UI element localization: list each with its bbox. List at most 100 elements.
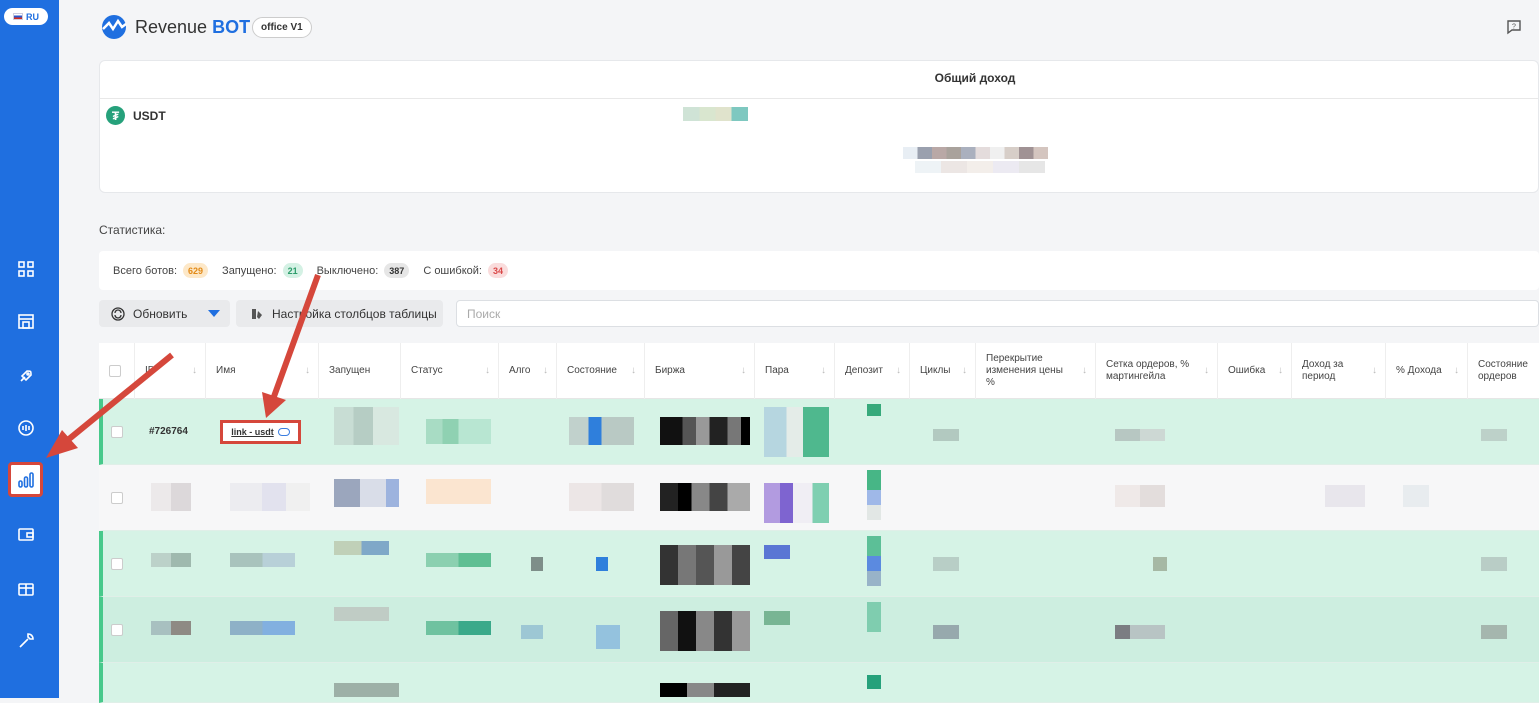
redacted-value — [230, 553, 295, 567]
table-row[interactable] — [99, 663, 1539, 703]
gift-icon[interactable] — [12, 574, 40, 602]
redacted-value — [867, 470, 881, 520]
col-algo[interactable]: Алго ↓ — [499, 343, 557, 399]
revenuebot-logo[interactable]: Revenue BOT — [99, 14, 250, 40]
redacted-value — [764, 483, 829, 523]
redacted-value — [1325, 485, 1365, 507]
total-bots-badge: 629 — [183, 263, 209, 278]
redacted-value — [1481, 625, 1507, 639]
dashboard-icon[interactable] — [12, 255, 40, 283]
total-income-card: Общий доход ₮ USDT — [99, 60, 1539, 193]
header: Revenue BOT office V1 ? — [59, 0, 1539, 56]
select-all-cell — [99, 343, 135, 399]
sidebar: RU — [0, 0, 59, 698]
dropdown-caret-icon[interactable] — [208, 310, 220, 317]
redacted-value — [334, 683, 399, 697]
bot-name-link[interactable]: link - usdt — [220, 420, 301, 444]
col-deposit[interactable]: Депозит ↓ — [835, 343, 910, 399]
row-checkbox[interactable] — [111, 426, 123, 438]
redacted-value — [660, 417, 750, 445]
wrench-icon[interactable] — [12, 627, 40, 655]
redacted-value — [426, 621, 491, 635]
col-error[interactable]: Ошибка ↓ — [1218, 343, 1292, 399]
running-badge: 21 — [282, 263, 303, 278]
redacted-value — [1115, 429, 1165, 441]
bots-table: ID ↓ Имя ↓ Запущен Статус ↓ Алго ↓ Состояние… — [99, 343, 1539, 703]
help-chat-icon[interactable]: ? — [1505, 18, 1523, 36]
redacted-value — [151, 621, 191, 635]
col-grid[interactable]: Сетка ордеров, % мартингейла ↓ — [1096, 343, 1218, 399]
statistics-bar: Всего ботов: 629 Запущено: 21 Выключено:… — [99, 251, 1539, 290]
table-row[interactable]: #726764 link - usdt — [99, 399, 1539, 465]
income-title: Общий доход — [934, 71, 1016, 85]
col-income-period[interactable]: Доход за период ↓ — [1292, 343, 1386, 399]
redacted-value — [660, 683, 750, 697]
office-version-badge[interactable]: office V1 — [252, 17, 312, 38]
search-input[interactable]: Поиск — [456, 300, 1539, 327]
redacted-value — [1481, 429, 1507, 441]
redacted-value — [151, 483, 191, 511]
redacted-value — [903, 147, 1048, 159]
update-button[interactable]: Обновить — [99, 300, 230, 327]
table-row[interactable] — [99, 531, 1539, 597]
redacted-value — [933, 429, 959, 441]
col-pair[interactable]: Пара ↓ — [755, 343, 835, 399]
redacted-value — [1115, 625, 1165, 639]
redacted-value — [521, 625, 543, 639]
wallet-icon[interactable] — [12, 520, 40, 548]
col-id[interactable]: ID ↓ — [135, 343, 206, 399]
statistics-icon[interactable] — [8, 462, 43, 497]
col-income-percent[interactable]: % Дохода ↓ — [1386, 343, 1468, 399]
russia-flag-icon — [13, 13, 23, 20]
col-status[interactable]: Статус ↓ — [401, 343, 499, 399]
col-state[interactable]: Состояние ↓ — [557, 343, 645, 399]
table-row[interactable] — [99, 597, 1539, 663]
col-exchange[interactable]: Биржа ↓ — [645, 343, 755, 399]
redacted-value — [764, 611, 790, 625]
redacted-value — [334, 479, 399, 507]
language-switch[interactable]: RU — [4, 8, 48, 25]
redacted-value — [334, 541, 389, 555]
redacted-value — [867, 675, 881, 689]
bot-icon[interactable] — [12, 414, 40, 442]
table-columns-settings-button[interactable]: Настройка столбцов таблицы — [236, 300, 443, 327]
row-checkbox[interactable] — [111, 492, 123, 504]
select-all-checkbox[interactable] — [109, 365, 121, 377]
redacted-value — [1153, 557, 1167, 571]
col-cycles[interactable]: Циклы ↓ — [910, 343, 976, 399]
redacted-value — [569, 417, 634, 445]
redacted-value — [867, 602, 881, 632]
col-name[interactable]: Имя ↓ — [206, 343, 319, 399]
divider — [100, 98, 1538, 99]
redacted-value — [683, 107, 748, 121]
svg-text:?: ? — [1512, 24, 1516, 31]
redacted-value — [867, 536, 881, 586]
off-label: Выключено: — [316, 264, 379, 277]
link-icon — [277, 428, 290, 436]
redacted-value — [426, 479, 491, 504]
redacted-value — [596, 625, 620, 649]
redacted-value — [151, 553, 191, 567]
redacted-value — [334, 607, 389, 621]
table-row[interactable] — [99, 465, 1539, 531]
refresh-icon — [111, 306, 125, 321]
row-checkbox[interactable] — [111, 624, 123, 636]
language-label: RU — [26, 11, 39, 22]
table-header: ID ↓ Имя ↓ Запущен Статус ↓ Алго ↓ Состояние… — [99, 343, 1539, 399]
row-checkbox[interactable] — [111, 558, 123, 570]
running-label: Запущено: — [222, 264, 277, 277]
currency-row: ₮ USDT — [106, 106, 166, 125]
redacted-value — [569, 483, 634, 511]
store-icon[interactable] — [12, 307, 40, 335]
redacted-value — [1403, 485, 1429, 507]
statistics-label: Статистика: — [99, 223, 166, 237]
tether-icon: ₮ — [106, 106, 125, 125]
redacted-value — [660, 545, 750, 585]
col-overlap[interactable]: Перекрытие изменения цены % ↓ — [976, 343, 1096, 399]
redacted-value — [660, 611, 750, 651]
col-orders-state[interactable]: Состояние ордеров — [1468, 343, 1539, 399]
col-started[interactable]: Запущен — [319, 343, 401, 399]
error-label: С ошибкой: — [423, 264, 482, 277]
redacted-value — [933, 557, 959, 571]
rocket-icon[interactable] — [12, 362, 40, 390]
